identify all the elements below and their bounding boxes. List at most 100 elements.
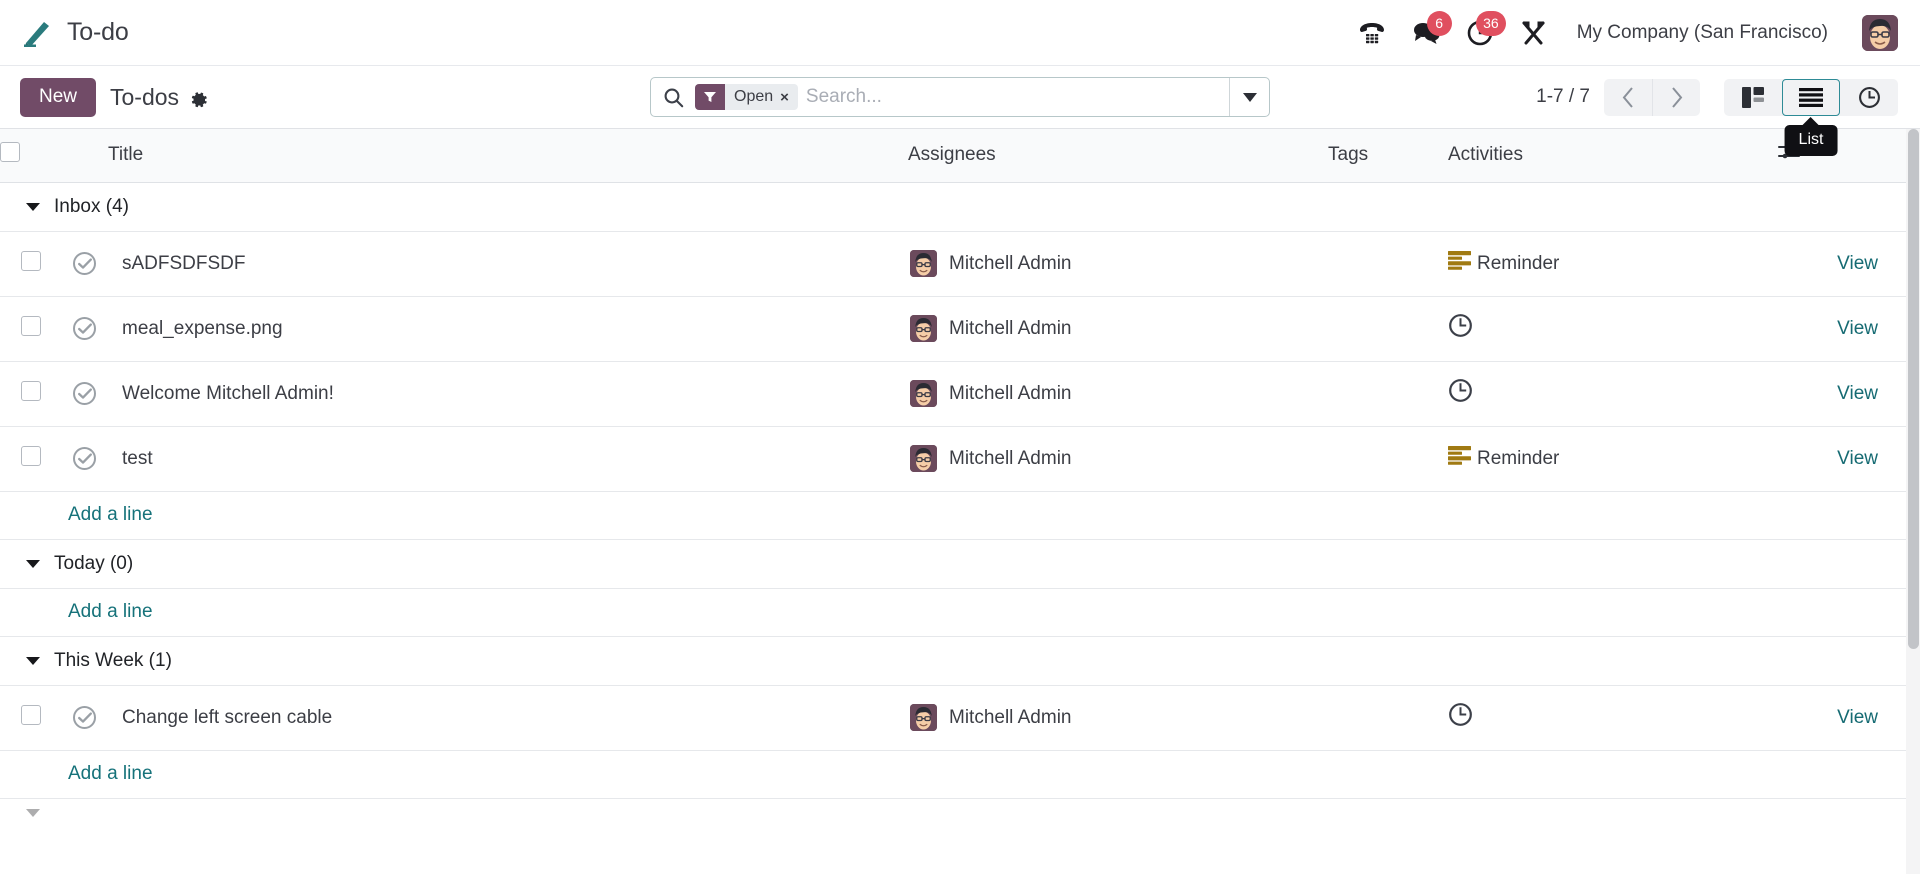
group-header-cell-partial[interactable] <box>0 798 1906 828</box>
view-link[interactable]: View <box>1837 318 1878 339</box>
chevron-down-icon[interactable] <box>1229 78 1269 116</box>
group-header-cell[interactable]: Today (0) <box>0 539 1906 589</box>
row-select-cell[interactable] <box>0 685 62 751</box>
chevron-down-icon[interactable] <box>26 559 40 568</box>
header-title[interactable]: Title <box>108 129 908 183</box>
header-assignees[interactable]: Assignees <box>908 129 1328 183</box>
mark-done-icon[interactable] <box>73 382 96 405</box>
table-row[interactable]: test Mitchell Admin Reminder View <box>0 426 1906 492</box>
cell-tags[interactable] <box>1328 231 1448 297</box>
cell-tags[interactable] <box>1328 296 1448 362</box>
cell-assignees[interactable]: Mitchell Admin <box>908 426 1328 492</box>
table-row[interactable]: sADFSDFSDF Mitchell Admin Reminder View <box>0 231 1906 297</box>
row-select-cell[interactable] <box>0 231 62 297</box>
reminder-icon[interactable] <box>1448 251 1471 276</box>
select-all-checkbox[interactable] <box>0 141 20 162</box>
app-brand[interactable]: To-do <box>20 16 129 50</box>
cell-activities[interactable] <box>1448 685 1778 751</box>
cell-tags[interactable] <box>1328 685 1448 751</box>
chevron-down-icon[interactable] <box>26 202 40 211</box>
row-state-cell[interactable] <box>62 296 108 362</box>
add-line-cell[interactable]: Add a line <box>0 491 1906 540</box>
new-button[interactable]: New <box>20 77 97 117</box>
avatar[interactable] <box>1862 14 1898 51</box>
cell-assignees[interactable]: Mitchell Admin <box>908 296 1328 362</box>
add-line-cell[interactable]: Add a line <box>0 750 1906 799</box>
view-activity-button[interactable] <box>1840 79 1898 116</box>
chevron-left-icon[interactable] <box>1604 79 1652 116</box>
cell-activities[interactable]: Reminder <box>1448 231 1778 297</box>
clock-icon[interactable] <box>1448 702 1473 733</box>
search-icon[interactable] <box>651 87 695 108</box>
cell-title[interactable]: Welcome Mitchell Admin! <box>108 361 908 427</box>
cell-activities[interactable]: Reminder <box>1448 426 1778 492</box>
view-link[interactable]: View <box>1837 253 1878 274</box>
chevron-right-icon[interactable] <box>1652 78 1700 116</box>
cell-action[interactable]: View <box>1778 426 1906 492</box>
chevron-down-icon[interactable] <box>26 809 40 818</box>
gear-icon[interactable] <box>190 88 208 108</box>
cell-title[interactable]: meal_expense.png <box>108 296 908 362</box>
row-select-cell[interactable] <box>0 296 62 362</box>
phone-dialpad-icon[interactable] <box>1355 16 1389 50</box>
row-select-cell[interactable] <box>0 426 62 492</box>
add-line-row[interactable]: Add a line <box>0 588 1906 637</box>
activities-clock-icon[interactable]: 36 <box>1463 10 1506 50</box>
search-box[interactable]: Open × <box>650 77 1270 117</box>
group-header-cell[interactable]: Inbox (4) <box>0 182 1906 232</box>
row-checkbox[interactable] <box>21 250 41 271</box>
row-state-cell[interactable] <box>62 361 108 427</box>
view-list-button[interactable] <box>1782 78 1840 116</box>
cell-assignees[interactable]: Mitchell Admin <box>908 361 1328 427</box>
table-row[interactable]: Change left screen cable Mitchell Admin … <box>0 685 1906 751</box>
cell-tags[interactable] <box>1328 426 1448 492</box>
row-state-cell[interactable] <box>62 231 108 297</box>
view-link[interactable]: View <box>1837 448 1878 469</box>
group-header-row-partial[interactable] <box>0 798 1906 828</box>
mark-done-icon[interactable] <box>73 706 96 729</box>
add-a-line-link[interactable]: Add a line <box>0 763 153 785</box>
row-checkbox[interactable] <box>21 704 41 725</box>
cell-tags[interactable] <box>1328 361 1448 427</box>
cell-title[interactable]: Change left screen cable <box>108 685 908 751</box>
group-header-row[interactable]: Inbox (4) <box>0 182 1906 232</box>
view-link[interactable]: View <box>1837 383 1878 404</box>
group-header-row[interactable]: Today (0) <box>0 539 1906 589</box>
cell-activities[interactable] <box>1448 361 1778 427</box>
mark-done-icon[interactable] <box>73 317 96 340</box>
clock-icon[interactable] <box>1448 313 1473 344</box>
cell-title[interactable]: sADFSDFSDF <box>108 231 908 297</box>
cell-assignees[interactable]: Mitchell Admin <box>908 231 1328 297</box>
add-line-row[interactable]: Add a line <box>0 491 1906 540</box>
mark-done-icon[interactable] <box>73 447 96 470</box>
company-selector[interactable]: My Company (San Francisco) <box>1577 22 1828 44</box>
cell-action[interactable]: View <box>1778 361 1906 427</box>
add-a-line-link[interactable]: Add a line <box>0 504 153 526</box>
row-state-cell[interactable] <box>62 685 108 751</box>
row-checkbox[interactable] <box>21 380 41 401</box>
header-activities[interactable]: Activities <box>1448 129 1778 183</box>
cell-title[interactable]: test <box>108 426 908 492</box>
facet-remove-icon[interactable]: × <box>780 89 798 106</box>
vertical-scrollbar[interactable] <box>1906 129 1920 874</box>
cell-action[interactable]: View <box>1778 685 1906 751</box>
cell-action[interactable]: View <box>1778 231 1906 297</box>
chevron-down-icon[interactable] <box>26 656 40 665</box>
add-line-cell[interactable]: Add a line <box>0 588 1906 637</box>
tools-icon[interactable] <box>1517 16 1551 50</box>
reminder-icon[interactable] <box>1448 446 1471 471</box>
table-row[interactable]: meal_expense.png Mitchell Admin View <box>0 296 1906 362</box>
messages-icon[interactable]: 6 <box>1409 10 1452 50</box>
add-a-line-link[interactable]: Add a line <box>0 601 153 623</box>
table-row[interactable]: Welcome Mitchell Admin! Mitchell Admin V… <box>0 361 1906 427</box>
scrollbar-thumb[interactable] <box>1908 129 1919 649</box>
row-checkbox[interactable] <box>21 445 41 466</box>
add-line-row[interactable]: Add a line <box>0 750 1906 799</box>
view-kanban-button[interactable] <box>1724 79 1782 116</box>
view-link[interactable]: View <box>1837 707 1878 728</box>
cell-assignees[interactable]: Mitchell Admin <box>908 685 1328 751</box>
row-checkbox[interactable] <box>21 315 41 336</box>
row-select-cell[interactable] <box>0 361 62 427</box>
row-state-cell[interactable] <box>62 426 108 492</box>
mark-done-icon[interactable] <box>73 252 96 275</box>
